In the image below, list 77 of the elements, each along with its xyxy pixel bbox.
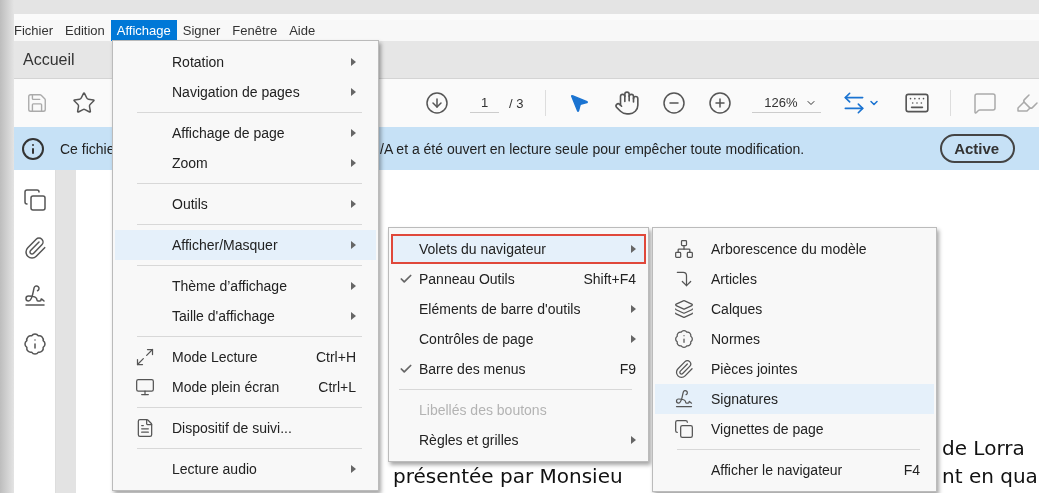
enable-button[interactable]: Active <box>940 134 1016 163</box>
submenu-arrow-icon <box>351 241 356 249</box>
menu-item[interactable]: Navigation de pages <box>115 77 376 107</box>
signature-icon <box>674 389 694 409</box>
star-icon[interactable] <box>72 91 96 115</box>
menu-bar-item[interactable]: Aide <box>283 20 322 41</box>
check-icon <box>399 272 413 286</box>
pages-icon <box>674 419 694 439</box>
zoom-field[interactable]: 126% <box>752 93 822 113</box>
submenu-arrow-icon <box>631 436 636 444</box>
menu-item[interactable]: Thème d’affichage <box>115 271 376 301</box>
info-badge-icon <box>674 329 694 349</box>
menu-item[interactable]: Outils <box>115 189 376 219</box>
menu-item[interactable]: Affichage de page <box>115 118 376 148</box>
menu-item[interactable]: Calques <box>655 294 934 324</box>
zoom-out-icon[interactable] <box>662 91 687 115</box>
arrow-path-icon <box>674 269 694 289</box>
menu-item[interactable]: Règles et grilles <box>391 425 646 455</box>
tree-icon <box>674 239 694 259</box>
menu-item[interactable]: Articles <box>655 264 934 294</box>
info-icon <box>21 136 45 161</box>
expand-arrows-icon <box>134 347 155 367</box>
submenu-arrow-icon <box>351 200 356 208</box>
pages-icon[interactable] <box>22 188 47 212</box>
submenu-arrow-icon <box>351 465 356 473</box>
menu-item[interactable]: Vignettes de page <box>655 414 934 444</box>
menu-item[interactable]: Arborescence du modèle <box>655 234 934 264</box>
menu-item[interactable]: Signatures <box>655 384 934 414</box>
menu-item[interactable]: Afficher le navigateur F4 <box>655 455 934 485</box>
menu-item[interactable]: Barre des menus F9 <box>391 354 646 384</box>
menu-item[interactable]: Taille d'affichage <box>115 301 376 331</box>
hand-icon[interactable] <box>614 90 641 116</box>
menu-item[interactable]: Rotation <box>115 47 376 77</box>
menu-item[interactable]: Mode Lecture Ctrl+H <box>115 342 376 372</box>
banner-text: Ce fichie <box>60 140 116 157</box>
submenu-arrow-icon <box>351 159 356 167</box>
submenu-arrow-icon <box>351 312 356 320</box>
menu-item[interactable]: Pièces jointes <box>655 354 934 384</box>
menu-item[interactable]: Volets du navigateur <box>391 234 646 264</box>
page-total: / 3 <box>509 95 524 111</box>
monitor-icon <box>134 377 155 397</box>
menu-item[interactable]: Mode plein écran Ctrl+L <box>115 372 376 402</box>
submenu-arrow-icon <box>631 305 636 313</box>
menu-item[interactable]: Panneau Outils Shift+F4 <box>391 264 646 294</box>
info-badge-icon[interactable] <box>22 332 47 356</box>
signature-icon[interactable] <box>22 284 47 308</box>
page-number-field[interactable]: 1 <box>470 93 499 113</box>
menu-item[interactable]: Afficher/Masquer <box>115 230 376 260</box>
submenu-arrow-icon <box>351 282 356 290</box>
menu-item[interactable]: Contrôles de page <box>391 324 646 354</box>
menu-bar-item[interactable]: Affichage <box>110 20 177 41</box>
document-text: de Lorra <box>942 436 1025 460</box>
menu-bar-item[interactable]: Signer <box>176 20 227 41</box>
zoom-in-icon[interactable] <box>708 91 733 115</box>
menu-item[interactable]: Eléments de barre d'outils <box>391 294 646 324</box>
menu-item[interactable]: Dispositif de suivi... <box>115 413 376 443</box>
pointer-icon[interactable] <box>568 92 591 114</box>
document-text: présentée par Monsieu <box>393 464 623 488</box>
menu-item[interactable]: Lecture audio <box>115 454 376 484</box>
menu-item[interactable]: Zoom <box>115 148 376 178</box>
paperclip-icon <box>674 359 694 379</box>
banner-text: /A et a été ouvert en lecture seule pour empêcher toute modification. <box>380 140 805 157</box>
menu-item[interactable]: Normes <box>655 324 934 354</box>
layers-icon <box>674 299 694 319</box>
menu-bar-item[interactable]: Fichier <box>14 20 59 41</box>
submenu-arrow-icon <box>351 88 356 96</box>
submenu-arrow-icon <box>351 58 356 66</box>
submenu-arrow-icon <box>631 335 636 343</box>
menu-bar-item[interactable]: Fenêtre <box>226 20 284 41</box>
document-text: nt en qua <box>942 464 1038 488</box>
tab[interactable]: Accueil <box>23 50 75 69</box>
submenu-arrow-icon <box>351 129 356 137</box>
check-icon <box>399 362 413 376</box>
menu-bar-item[interactable]: Edition <box>59 20 111 41</box>
paperclip-icon[interactable] <box>22 236 47 260</box>
arrow-down-circle-icon[interactable] <box>425 91 449 115</box>
submenu-arrow-icon <box>631 245 636 253</box>
